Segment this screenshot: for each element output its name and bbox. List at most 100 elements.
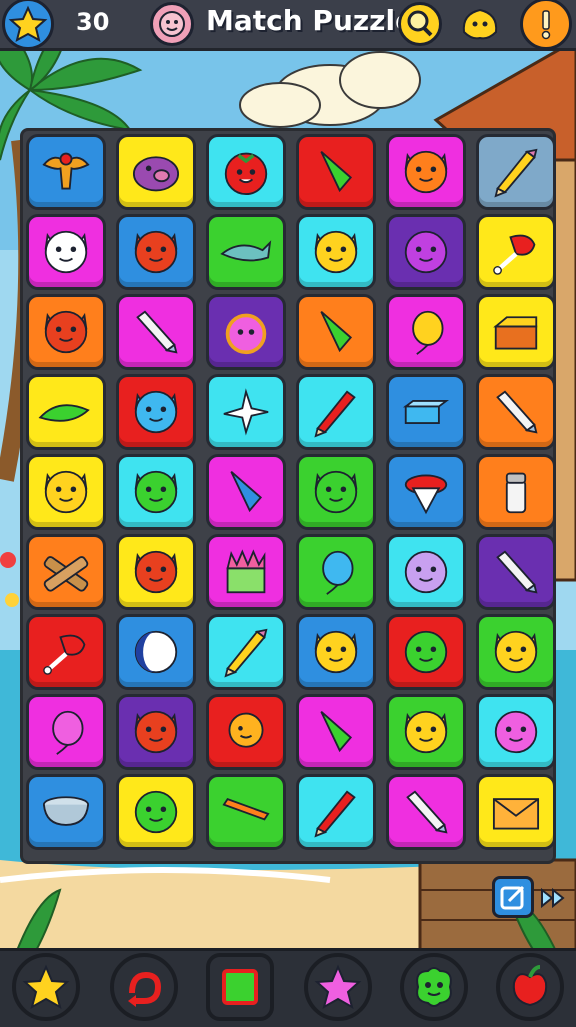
tile[interactable] xyxy=(476,694,556,770)
tile[interactable] xyxy=(476,534,556,610)
powerup-star-button[interactable] xyxy=(12,953,80,1021)
tile[interactable] xyxy=(26,774,106,850)
tile[interactable] xyxy=(476,214,556,290)
tile[interactable] xyxy=(116,774,196,850)
tile[interactable] xyxy=(296,454,376,530)
top-bar: 30 Match Puzzle xyxy=(0,0,576,51)
tile[interactable] xyxy=(206,374,286,450)
tile[interactable] xyxy=(296,774,376,850)
powerup-blob-button[interactable] xyxy=(400,953,468,1021)
moon-ball-icon xyxy=(134,630,178,674)
green-blob-icon xyxy=(416,967,452,1007)
tile[interactable] xyxy=(116,614,196,690)
yellow-cat-face-icon xyxy=(314,630,358,674)
tile[interactable] xyxy=(476,774,556,850)
tile[interactable] xyxy=(116,214,196,290)
red-cat-face-icon xyxy=(134,550,178,594)
edit-button[interactable] xyxy=(492,876,534,918)
green-cone-icon xyxy=(320,151,353,193)
square-icon xyxy=(222,969,258,1005)
green-leaf-icon xyxy=(38,404,90,422)
tile[interactable] xyxy=(26,694,106,770)
pencil-icon xyxy=(224,628,268,678)
tile[interactable] xyxy=(116,694,196,770)
tile[interactable] xyxy=(386,134,466,210)
spinning-top-icon xyxy=(404,474,448,515)
yellow-cat-face-icon xyxy=(44,470,88,514)
tile[interactable] xyxy=(116,454,196,530)
tile[interactable] xyxy=(206,134,286,210)
tile[interactable] xyxy=(386,614,466,690)
powerup-square-button[interactable] xyxy=(206,953,274,1021)
game-title: Match Puzzle xyxy=(206,4,415,37)
tile[interactable] xyxy=(296,694,376,770)
purple-pig-icon xyxy=(132,156,180,192)
info-button[interactable] xyxy=(520,0,572,50)
grass-box-icon xyxy=(226,549,266,594)
search-button[interactable] xyxy=(398,2,442,46)
tile[interactable] xyxy=(386,374,466,450)
tile[interactable] xyxy=(296,614,376,690)
red-pencil-icon xyxy=(314,790,356,838)
pink-star-icon xyxy=(314,964,362,1010)
green-cat-face-icon xyxy=(134,470,178,514)
tile[interactable] xyxy=(26,454,106,530)
tile[interactable] xyxy=(26,614,106,690)
tile[interactable] xyxy=(386,774,466,850)
monster-button[interactable] xyxy=(458,2,502,46)
tile[interactable] xyxy=(476,614,556,690)
tile[interactable] xyxy=(386,294,466,370)
chalk-stick-icon xyxy=(136,310,178,354)
powerup-pink-star-button[interactable] xyxy=(304,953,372,1021)
tile[interactable] xyxy=(26,214,106,290)
salt-shaker-icon xyxy=(505,472,527,514)
tile[interactable] xyxy=(116,294,196,370)
magnifier-icon xyxy=(407,10,433,37)
star-menu-button[interactable] xyxy=(2,0,54,50)
tile[interactable] xyxy=(296,374,376,450)
tile[interactable] xyxy=(296,294,376,370)
green-cone-icon xyxy=(320,311,353,353)
yellow-cat-face-icon xyxy=(494,630,538,674)
tile[interactable] xyxy=(476,134,556,210)
tile[interactable] xyxy=(296,214,376,290)
fast-forward-icon xyxy=(541,887,565,909)
game-board xyxy=(20,128,556,864)
tile[interactable] xyxy=(386,454,466,530)
crossed-logs-icon xyxy=(43,556,89,592)
tile[interactable] xyxy=(26,534,106,610)
white-star-icon xyxy=(223,388,269,436)
drumstick-icon xyxy=(493,234,536,275)
tile[interactable] xyxy=(206,614,286,690)
tile[interactable] xyxy=(206,214,286,290)
tile[interactable] xyxy=(206,294,286,370)
tile[interactable] xyxy=(26,134,106,210)
powerup-apple-button[interactable] xyxy=(496,953,564,1021)
tile[interactable] xyxy=(386,534,466,610)
tile[interactable] xyxy=(476,374,556,450)
bottom-toolbar xyxy=(0,948,576,1027)
tile[interactable] xyxy=(296,134,376,210)
tile[interactable] xyxy=(206,694,286,770)
tile[interactable] xyxy=(116,534,196,610)
tile[interactable] xyxy=(206,534,286,610)
red-cat-face-icon xyxy=(134,230,178,274)
score-counter: 30 xyxy=(76,8,110,36)
tile[interactable] xyxy=(206,774,286,850)
tile[interactable] xyxy=(26,294,106,370)
tile[interactable] xyxy=(206,454,286,530)
powerup-swap-button[interactable] xyxy=(110,953,178,1021)
tile[interactable] xyxy=(476,294,556,370)
edit-icon xyxy=(500,885,525,910)
tile[interactable] xyxy=(386,694,466,770)
tile[interactable] xyxy=(26,374,106,450)
tile[interactable] xyxy=(386,214,466,290)
tile[interactable] xyxy=(116,134,196,210)
envelope-icon xyxy=(492,798,540,830)
tile[interactable] xyxy=(476,454,556,530)
blue-cat-face-icon xyxy=(134,390,178,434)
character-avatar[interactable] xyxy=(150,2,194,46)
fast-forward-button[interactable] xyxy=(538,882,570,914)
tile[interactable] xyxy=(296,534,376,610)
tile[interactable] xyxy=(116,374,196,450)
